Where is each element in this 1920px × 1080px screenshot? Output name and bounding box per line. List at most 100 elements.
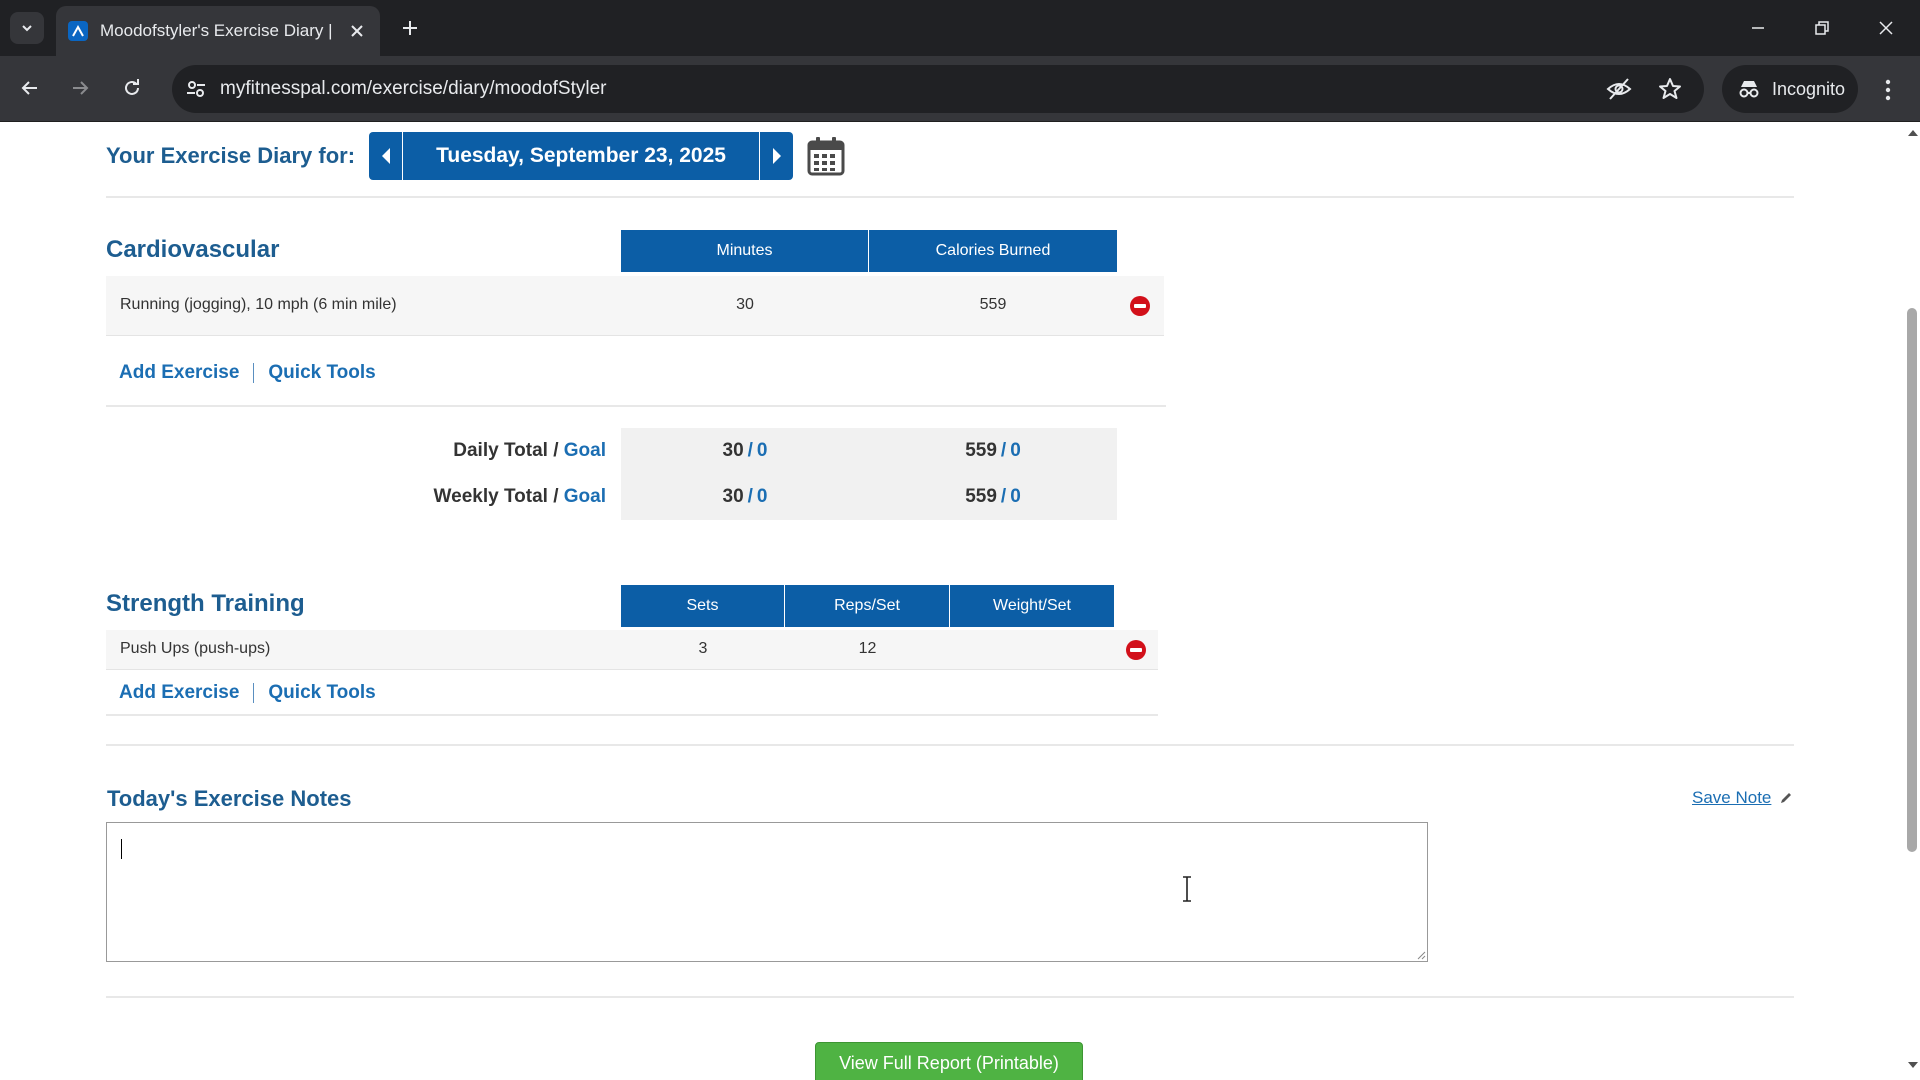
- calendar-icon[interactable]: [807, 136, 845, 176]
- more-vertical-icon[interactable]: [1872, 72, 1904, 108]
- save-note-link[interactable]: Save Note: [1692, 788, 1793, 808]
- page-scrollbar[interactable]: [1904, 122, 1920, 1080]
- divider: [106, 405, 1166, 407]
- weekly-minutes-total: 30 / 0: [621, 474, 869, 520]
- daily-goal-link[interactable]: Goal: [564, 440, 606, 461]
- daily-calories-value: 559: [965, 440, 997, 461]
- daily-calories-goal: 0: [1010, 440, 1021, 461]
- strength-quick-tools-link[interactable]: Quick Tools: [268, 682, 375, 704]
- previous-day-button[interactable]: [369, 132, 404, 180]
- link-separator: [253, 363, 255, 383]
- divider: [106, 996, 1794, 998]
- cardio-section-title: Cardiovascular: [106, 236, 280, 263]
- cardio-quick-tools-link[interactable]: Quick Tools: [268, 362, 375, 384]
- column-header-weight: Weight/Set: [950, 585, 1114, 627]
- resize-grip-icon[interactable]: [1416, 950, 1426, 960]
- weekly-total-text: Weekly Total: [433, 486, 548, 507]
- eye-off-icon[interactable]: [1606, 77, 1632, 101]
- column-header-reps: Reps/Set: [785, 585, 950, 627]
- bookmark-star-icon[interactable]: [1658, 77, 1682, 101]
- divider: [106, 714, 1158, 716]
- text-caret: [121, 839, 122, 859]
- daily-total-text: Daily Total: [453, 440, 548, 461]
- pencil-icon: [1781, 793, 1792, 803]
- weekly-calories-total: 559 / 0: [869, 474, 1117, 520]
- minimize-icon[interactable]: [1740, 10, 1776, 46]
- chevron-down-icon: [22, 25, 32, 32]
- weekly-calories-goal: 0: [1010, 486, 1021, 507]
- notes-section-title: Today's Exercise Notes: [107, 786, 352, 811]
- weekly-total-label: Weekly Total / Goal: [300, 486, 606, 508]
- myfitnesspal-favicon-icon: [68, 21, 88, 41]
- column-header-sets: Sets: [621, 585, 785, 627]
- table-row: Push Ups (push-ups) 3 12: [106, 630, 1158, 670]
- browser-tab-strip: Moodofstyler's Exercise Diary |: [0, 0, 1920, 56]
- save-note-label: Save Note: [1692, 788, 1772, 807]
- tab-title: Moodofstyler's Exercise Diary |: [100, 21, 333, 40]
- forward-arrow-icon[interactable]: [62, 70, 98, 106]
- incognito-icon: [1739, 81, 1759, 98]
- weekly-calories-value: 559: [965, 486, 997, 507]
- diary-date-header: Your Exercise Diary for: Tuesday, Septem…: [106, 132, 845, 180]
- divider: [106, 744, 1794, 746]
- remove-exercise-icon[interactable]: [1126, 640, 1146, 660]
- cardio-actions: Add Exercise Quick Tools: [119, 362, 376, 384]
- slash: /: [1000, 440, 1007, 461]
- slash: /: [553, 486, 559, 507]
- back-arrow-icon[interactable]: [12, 70, 48, 106]
- site-info-icon[interactable]: [184, 77, 208, 101]
- column-header-minutes: Minutes: [621, 230, 869, 272]
- exercise-name: Running (jogging), 10 mph (6 min mile): [120, 296, 397, 313]
- tab-close-icon[interactable]: [346, 20, 368, 42]
- strength-table-header: Sets Reps/Set Weight/Set: [621, 585, 1114, 627]
- daily-minutes-total: 30 / 0: [621, 428, 869, 474]
- strength-add-exercise-link[interactable]: Add Exercise: [119, 682, 239, 704]
- window-close-icon[interactable]: [1868, 10, 1904, 46]
- slash: /: [747, 486, 753, 507]
- new-tab-plus-icon[interactable]: [396, 14, 424, 42]
- daily-calories-total: 559 / 0: [869, 428, 1117, 474]
- exercise-reps: 12: [858, 640, 877, 657]
- cardio-table-header: Minutes Calories Burned: [621, 230, 1117, 272]
- url-text[interactable]: myfitnesspal.com/exercise/diary/moodofSt…: [220, 78, 606, 100]
- table-row: Running (jogging), 10 mph (6 min mile) 3…: [106, 276, 1164, 336]
- exercise-notes-textarea[interactable]: [106, 822, 1428, 962]
- diary-header-label: Your Exercise Diary for:: [106, 143, 356, 168]
- arrow-right-icon: [772, 148, 781, 164]
- cardio-add-exercise-link[interactable]: Add Exercise: [119, 362, 239, 384]
- scroll-up-arrow-icon[interactable]: [1908, 130, 1918, 136]
- active-tab[interactable]: Moodofstyler's Exercise Diary |: [56, 6, 380, 56]
- scroll-thumb[interactable]: [1907, 308, 1917, 852]
- daily-minutes-goal: 0: [756, 440, 768, 461]
- weekly-goal-link[interactable]: Goal: [564, 486, 606, 507]
- date-navigator: Tuesday, September 23, 2025: [369, 132, 794, 180]
- incognito-label: Incognito: [1772, 78, 1846, 99]
- browser-toolbar: myfitnesspal.com/exercise/diary/moodofSt…: [0, 56, 1920, 122]
- exercise-minutes: 30: [736, 296, 754, 313]
- weekly-minutes-goal: 0: [756, 486, 768, 507]
- strength-section-title: Strength Training: [106, 590, 305, 617]
- remove-exercise-icon[interactable]: [1130, 296, 1150, 316]
- address-bar[interactable]: myfitnesspal.com/exercise/diary/moodofSt…: [172, 65, 1704, 113]
- text-cursor-ibeam-icon: [1183, 876, 1191, 902]
- column-header-calories: Calories Burned: [869, 230, 1117, 272]
- arrow-left-icon: [381, 148, 390, 164]
- reload-icon[interactable]: [114, 70, 150, 106]
- strength-actions: Add Exercise Quick Tools: [119, 682, 376, 704]
- tab-search-button[interactable]: [10, 12, 44, 44]
- slash: /: [553, 440, 559, 461]
- exercise-calories: 559: [979, 296, 1007, 313]
- scroll-down-arrow-icon[interactable]: [1908, 1062, 1918, 1068]
- daily-total-label: Daily Total / Goal: [300, 440, 606, 462]
- divider: [106, 196, 1794, 198]
- exercise-sets: 3: [698, 640, 708, 657]
- view-full-report-button[interactable]: View Full Report (Printable): [815, 1042, 1083, 1080]
- daily-minutes-value: 30: [722, 440, 744, 461]
- exercise-name: Push Ups (push-ups): [120, 640, 271, 657]
- exercise-diary-page: Your Exercise Diary for: Tuesday, Septem…: [0, 122, 1904, 1080]
- incognito-indicator[interactable]: Incognito: [1722, 65, 1858, 113]
- current-date: Tuesday, September 23, 2025: [403, 132, 760, 180]
- restore-icon[interactable]: [1804, 10, 1840, 46]
- next-day-button[interactable]: [759, 132, 794, 180]
- weekly-minutes-value: 30: [722, 486, 744, 507]
